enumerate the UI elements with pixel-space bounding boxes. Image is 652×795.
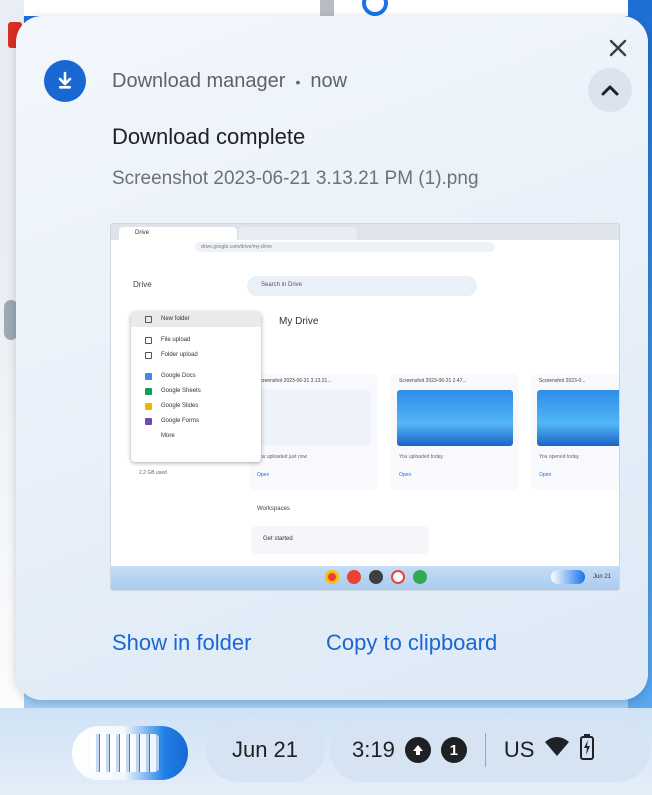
ime-label: US bbox=[503, 737, 535, 762]
preview-card-thumb bbox=[255, 390, 371, 446]
preview-date: Jun 21 bbox=[593, 574, 612, 580]
preview-card-open: Open bbox=[539, 472, 552, 478]
battery-icon bbox=[580, 734, 595, 766]
preview-drive-logo: Drive bbox=[133, 280, 152, 289]
header-separator: • bbox=[295, 73, 301, 90]
preview-drive-icon bbox=[413, 570, 427, 584]
date-tray[interactable]: Jun 21 bbox=[206, 718, 324, 782]
preview-card-open: Open bbox=[257, 472, 270, 478]
preview-menu-item: New folder bbox=[131, 312, 261, 327]
notification-title: Download complete bbox=[112, 124, 306, 149]
preview-card-name: Screenshot 2023-06-21 2.47... bbox=[399, 378, 467, 384]
preview-gmail-icon bbox=[391, 570, 405, 584]
preview-card-meta: You uploaded today bbox=[399, 454, 444, 460]
chevron-up-icon bbox=[601, 85, 619, 96]
preview-card-meta: You uploaded just now bbox=[257, 454, 308, 460]
preview-section-title: Workspaces bbox=[257, 506, 290, 512]
preview-app-icon bbox=[369, 570, 383, 584]
status-divider bbox=[484, 733, 486, 767]
preview-heading: My Drive bbox=[279, 316, 319, 327]
collapse-button[interactable] bbox=[588, 68, 632, 112]
preview-menu-item: File upload bbox=[131, 333, 261, 348]
close-button[interactable] bbox=[604, 34, 632, 62]
preview-menu-item: Google Sheets bbox=[131, 384, 261, 399]
wifi-icon bbox=[544, 736, 570, 764]
preview-bookmarks-bar bbox=[111, 254, 619, 266]
date-label: Jun 21 bbox=[231, 737, 299, 762]
clock: 3:19 bbox=[352, 737, 395, 762]
background-scrollbar bbox=[320, 0, 334, 16]
preview-storage: 2.2 GB used bbox=[139, 470, 167, 476]
preview-holding-space bbox=[551, 570, 585, 584]
preview-card-meta: You opened today bbox=[539, 454, 580, 460]
show-in-folder-button[interactable]: Show in folder bbox=[112, 630, 251, 656]
preview-menu-item: More bbox=[161, 433, 175, 439]
preview-app-icon bbox=[347, 570, 361, 584]
preview-tab-drive: Drive bbox=[119, 227, 237, 240]
notification-counter: 1 bbox=[440, 737, 467, 763]
close-icon bbox=[609, 39, 627, 57]
download-notification[interactable]: Download manager • now Download complete… bbox=[16, 16, 648, 700]
preview-url: drive.google.com/drive/my-drive bbox=[195, 242, 495, 252]
preview-new-menu: New folder File upload Folder upload Goo… bbox=[131, 312, 261, 462]
notification-time: now bbox=[310, 70, 348, 92]
preview-menu-item: Folder upload bbox=[131, 348, 261, 363]
preview-card-name: Screenshot 2023-0... bbox=[539, 378, 586, 384]
preview-menu-item: Google Docs bbox=[131, 369, 261, 384]
preview-file-card: Screenshot 2023-06-21 2.47... You upload… bbox=[391, 374, 519, 490]
download-icon bbox=[44, 60, 86, 102]
preview-file-card: Screenshot 2023-0... You opened today Op… bbox=[531, 374, 619, 490]
preview-folder-row: Get started bbox=[251, 526, 429, 554]
preview-card-name: Screenshot 2023-06-21 3.13.21... bbox=[257, 378, 332, 384]
notification-filename: Screenshot 2023-06-21 3.13.21 PM (1).png bbox=[112, 168, 479, 189]
preview-card-open: Open bbox=[399, 472, 412, 478]
preview-search: Search in Drive bbox=[247, 276, 477, 296]
preview-chrome-icon bbox=[325, 570, 339, 584]
holding-space-thumbnail bbox=[90, 734, 160, 772]
status-area[interactable]: 3:19 1 US bbox=[330, 718, 650, 782]
preview-card-thumb bbox=[537, 390, 619, 446]
notification-header: Download manager • now bbox=[112, 70, 347, 93]
preview-menu-item: Google Slides bbox=[131, 399, 261, 414]
preview-shelf bbox=[111, 566, 619, 590]
holding-space-tray[interactable] bbox=[72, 726, 188, 780]
preview-file-card: Screenshot 2023-06-21 3.13.21... You upl… bbox=[249, 374, 377, 490]
screenshot-preview[interactable]: Drive drive.google.com/drive/my-drive Dr… bbox=[111, 224, 619, 590]
preview-tab-second bbox=[239, 227, 357, 240]
preview-menu-item: Google Forms bbox=[131, 414, 261, 429]
preview-card-thumb bbox=[397, 390, 513, 446]
notification-source: Download manager bbox=[112, 70, 286, 92]
copy-to-clipboard-button[interactable]: Copy to clipboard bbox=[326, 630, 497, 656]
cloud-upload-icon bbox=[404, 737, 431, 763]
